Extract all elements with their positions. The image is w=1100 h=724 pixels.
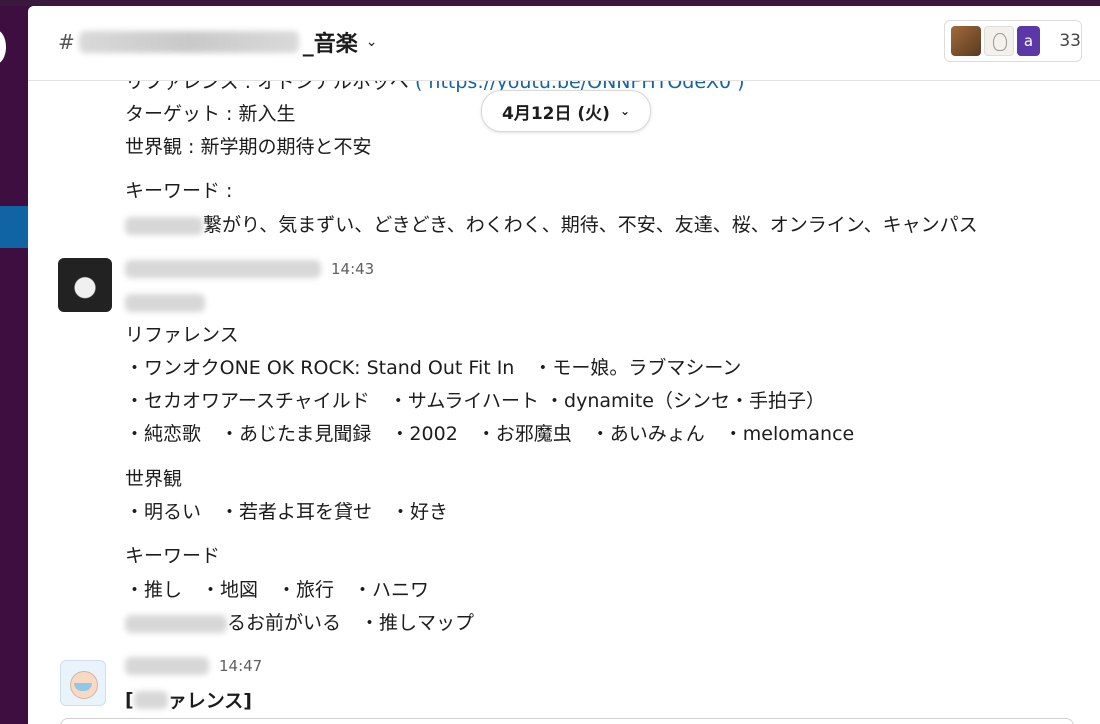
channel-hash-icon: #	[58, 30, 75, 54]
message-composer[interactable]	[60, 718, 1074, 724]
keyword-row-1: ・推し ・地図 ・旅行 ・ハニワ	[125, 579, 430, 601]
redacted-team-name	[125, 293, 205, 312]
members-button[interactable]: a 33	[944, 20, 1082, 62]
member-avatar	[951, 26, 981, 56]
message-header-2: 14:47	[125, 657, 262, 675]
message2-heading-text: ァレンス]	[167, 690, 252, 712]
target-line: ターゲット : 新入生	[125, 103, 296, 125]
keyword-row-2: るお前がいる ・推しマップ	[125, 611, 474, 635]
worldview-row: ・明るい ・若者よ耳を貸せ ・好き	[125, 501, 449, 523]
redacted-channel-name	[78, 31, 299, 53]
member-count: 33	[1059, 31, 1081, 51]
message-header: 14:43	[125, 260, 374, 278]
channel-name: _音楽	[302, 32, 358, 57]
message2-heading: [ァレンス]	[125, 686, 252, 713]
keyword-label: キーワード :	[125, 180, 233, 202]
keyword-row-2-text: るお前がいる ・推しマップ	[227, 612, 475, 634]
user-avatar-2[interactable]	[60, 660, 106, 706]
worldview-line: 世界観 : 新学期の期待と不安	[125, 136, 372, 158]
channel-view: リファレンス : オドシアルホッペ ( https://youtu.be/ONN…	[28, 6, 1100, 724]
keywords-text: 繋がり、気まずい、どきどき、わくわく、期待、不安、友達、桜、オンライン、キャンパ…	[203, 214, 978, 236]
chevron-down-icon: ⌄	[619, 104, 630, 118]
date-divider-button[interactable]: 4月12日 (火) ⌄	[481, 90, 651, 132]
chevron-down-icon: ⌄	[365, 34, 378, 50]
channel-name-button[interactable]: # _音楽 ⌄	[58, 24, 378, 60]
reference-row-2: ・セカオワアースチャイルド ・サムライハート ・dynamite（シンセ・手拍子…	[125, 390, 825, 412]
keywords-line: 繋がり、気まずい、どきどき、わくわく、期待、不安、友達、桜、オンライン、キャンパ…	[125, 213, 978, 237]
worldview-title: 世界観	[125, 468, 183, 490]
redacted-keyword	[125, 614, 227, 633]
sidebar-active-item[interactable]	[0, 206, 28, 248]
channel-header: # _音楽 ⌄ a 33	[28, 6, 1100, 81]
member-avatar	[983, 26, 1014, 56]
message-timestamp-2[interactable]: 14:47	[219, 657, 262, 675]
redacted-heading-start	[133, 690, 168, 709]
workspace-icon[interactable]	[0, 30, 6, 64]
reference-row-3: ・純恋歌 ・あじたま見聞録 ・2002 ・お邪魔虫 ・あいみょん ・meloma…	[125, 423, 855, 445]
user-avatar[interactable]	[58, 258, 112, 312]
workspace-sidebar	[0, 6, 28, 724]
redacted-username-2[interactable]	[125, 657, 209, 675]
member-avatar: a	[1016, 26, 1041, 56]
date-label: 4月12日 (火)	[501, 103, 610, 124]
reference-title: リファレンス	[125, 324, 239, 346]
redacted-keywords	[125, 216, 203, 235]
message-timestamp[interactable]: 14:43	[331, 260, 374, 278]
redacted-team-line	[125, 290, 205, 314]
reference-row-1: ・ワンオクONE OK ROCK: Stand Out Fit In ・モー娘。…	[125, 357, 742, 379]
redacted-username[interactable]	[125, 260, 321, 278]
keyword-title: キーワード	[125, 545, 221, 567]
